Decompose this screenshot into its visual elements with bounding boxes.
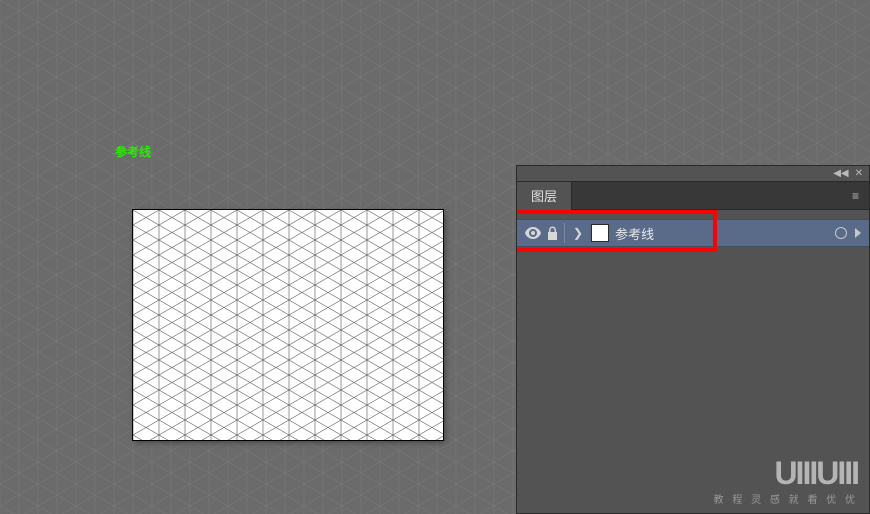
collapse-panel-icon[interactable]: ◀◀ xyxy=(833,168,848,179)
tab-layers[interactable]: 图层 xyxy=(517,182,572,210)
target-icon[interactable] xyxy=(835,227,847,239)
artboard[interactable] xyxy=(133,210,443,440)
layer-thumbnail[interactable] xyxy=(591,224,609,242)
layer-name-label[interactable]: 参考线 xyxy=(615,224,829,243)
layer-row[interactable]: ❯ 参考线 xyxy=(517,219,869,247)
label-text: 参考线 xyxy=(115,143,151,160)
panel-tab-bar: 图层 ≡ xyxy=(517,182,869,210)
column-divider xyxy=(564,223,565,243)
panel-topbar: ◀◀ ✕ xyxy=(517,166,869,182)
layers-panel: ◀◀ ✕ 图层 ≡ ❯ 参考线 xyxy=(516,165,870,514)
expand-chevron-icon[interactable]: ❯ xyxy=(571,226,585,240)
visibility-toggle-icon[interactable] xyxy=(525,227,541,239)
canvas-selection-label: 参考线 xyxy=(115,143,151,160)
select-indicator-icon[interactable] xyxy=(855,228,861,238)
close-panel-icon[interactable]: ✕ xyxy=(855,168,863,179)
panel-menu-icon[interactable]: ≡ xyxy=(842,189,869,203)
tab-label: 图层 xyxy=(531,186,557,205)
lock-icon[interactable] xyxy=(547,226,558,240)
layers-list: ❯ 参考线 xyxy=(517,210,869,513)
